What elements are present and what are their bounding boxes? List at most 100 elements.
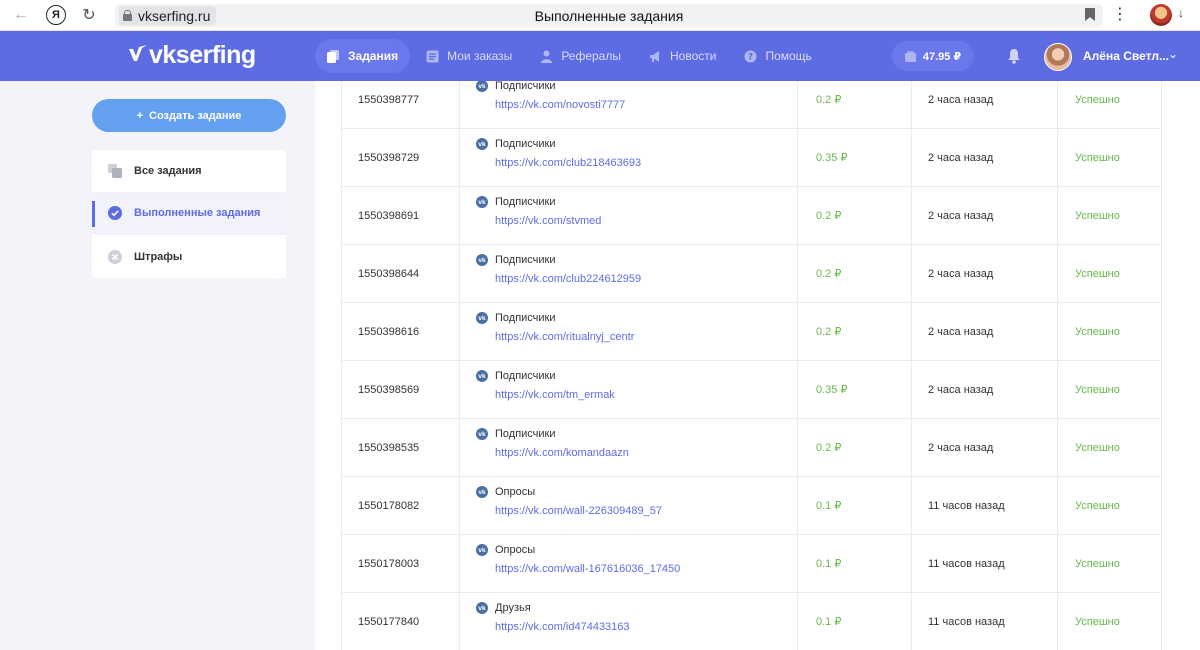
task-link[interactable]: https://vk.com/club224612959 [495, 273, 797, 285]
domain-chip[interactable]: vkserfing.ru [119, 6, 217, 25]
task-time: 2 часа назад [911, 360, 1058, 419]
bell-icon[interactable] [1007, 48, 1021, 64]
task-price: 0.2 ₽ [797, 81, 912, 129]
status-badge: Успешно [1057, 186, 1162, 245]
create-task-button[interactable]: + Создать задание [92, 99, 286, 132]
task-time: 2 часа назад [911, 418, 1058, 477]
table-row: 1550398535 vk Подписчики https://vk.com/kom… [341, 418, 1162, 477]
bookmark-icon[interactable] [1085, 8, 1095, 21]
browser-toolbar: ← Я ↻ vkserfing.ru Выполненные задания ⋮… [0, 0, 1200, 31]
task-id: 1550178003 [341, 534, 460, 593]
nav-item-tasks[interactable]: Задания [315, 39, 411, 73]
chevron-down-icon[interactable]: ⌄ [1168, 47, 1178, 61]
megaphone-icon [649, 50, 659, 62]
browser-menu-icon[interactable]: ⋮ [1112, 4, 1128, 26]
task-id: 1550178082 [341, 476, 460, 535]
sidebar-item-label: Все задания [134, 164, 202, 177]
back-arrow-icon[interactable]: ← [8, 2, 34, 28]
task-cell: vk Опросы https://vk.com/wall-167616036_17… [459, 534, 798, 593]
logo-mark-icon [129, 44, 147, 61]
vk-icon: vk [476, 138, 488, 150]
task-time: 11 часов назад [911, 534, 1058, 593]
task-type-label: Опросы [495, 486, 536, 498]
task-time: 2 часа назад [911, 128, 1058, 187]
user-name[interactable]: Алёна Светл... [1083, 49, 1169, 63]
address-bar[interactable]: vkserfing.ru Выполненные задания [115, 4, 1103, 27]
status-badge: Успешно [1057, 476, 1162, 535]
vk-icon: vk [476, 544, 488, 556]
task-type: vk Друзья [476, 602, 797, 614]
nav-item-news[interactable]: Новости [637, 39, 728, 73]
task-type-label: Друзья [495, 602, 531, 614]
site-logo[interactable]: vkserfing [128, 41, 256, 70]
nav-item-orders[interactable]: Мои заказы [414, 39, 524, 73]
task-link[interactable]: https://vk.com/ritualnyj_centr [495, 331, 797, 343]
task-price: 0.35 ₽ [797, 128, 912, 187]
vk-icon: vk [476, 428, 488, 440]
task-link[interactable]: https://vk.com/novosti7777 [495, 99, 797, 111]
vk-icon: vk [476, 81, 488, 92]
nav-label: Задания [348, 49, 399, 63]
task-link[interactable]: https://vk.com/club218463693 [495, 157, 797, 169]
help-icon: ? [744, 50, 757, 62]
lock-icon [123, 10, 132, 21]
vk-icon: vk [476, 254, 488, 266]
nav-label: Мои заказы [447, 49, 513, 63]
completed-tasks-table: 1550398777 vk Подписчики https://vk.com/nov… [315, 81, 1200, 650]
wallet-icon [904, 50, 916, 62]
task-price: 0.1 ₽ [797, 476, 912, 535]
sidebar-item-completed-tasks[interactable]: Выполненные задания [92, 192, 286, 236]
table-row: 1550398729 vk Подписчики https://vk.com/clu… [341, 128, 1162, 187]
task-price: 0.2 ₽ [797, 302, 912, 361]
vk-icon: vk [476, 370, 488, 382]
balance-badge[interactable]: 47.95 ₽ [892, 41, 974, 71]
task-cell: vk Подписчики https://vk.com/komandaazn [459, 418, 798, 477]
main-nav: Задания Мои заказы Рефералы Новости ? По… [315, 39, 828, 73]
sidebar-item-label: Штрафы [134, 250, 183, 263]
task-type-label: Подписчики [495, 196, 556, 208]
nav-item-referrals[interactable]: Рефералы [528, 39, 633, 73]
orders-icon [426, 50, 439, 62]
task-type-label: Подписчики [495, 254, 556, 266]
sidebar-menu: Все задания Выполненные задания Штрафы [92, 150, 286, 278]
extension-icon[interactable] [1150, 4, 1172, 26]
task-type: vk Подписчики [476, 312, 797, 324]
task-type-label: Подписчики [495, 370, 556, 382]
sidebar-item-all-tasks[interactable]: Все задания [92, 150, 286, 193]
status-badge: Успешно [1057, 302, 1162, 361]
task-link[interactable]: https://vk.com/wall-226309489_57 [495, 505, 797, 517]
svg-text:?: ? [748, 52, 753, 62]
page-title: Выполненные задания [534, 7, 684, 24]
task-time: 2 часа назад [911, 81, 1058, 129]
balance-value: 47.95 ₽ [922, 50, 962, 63]
table-row: 1550177840 vk Друзья https://vk.com/id47443… [341, 592, 1162, 650]
status-badge: Успешно [1057, 81, 1162, 129]
task-link[interactable]: https://vk.com/id474433163 [495, 621, 797, 633]
table-row: 1550398777 vk Подписчики https://vk.com/nov… [341, 81, 1162, 129]
yandex-logo-icon[interactable]: Я [46, 5, 66, 25]
nav-item-help[interactable]: ? Помощь [732, 39, 823, 73]
avatar[interactable] [1044, 43, 1072, 71]
task-cell: vk Друзья https://vk.com/id474433163 [459, 592, 798, 650]
task-type-label: Подписчики [495, 312, 556, 324]
logo-text: vkserfing [149, 41, 256, 69]
task-link[interactable]: https://vk.com/tm_ermak [495, 389, 797, 401]
task-price: 0.2 ₽ [797, 244, 912, 303]
table-row: 1550178003 vk Опросы https://vk.com/wall-16… [341, 534, 1162, 593]
task-type: vk Подписчики [476, 138, 797, 150]
check-circle-icon [108, 206, 122, 221]
reload-icon[interactable]: ↻ [76, 2, 102, 28]
sidebar-item-fines[interactable]: Штрафы [92, 235, 286, 278]
task-link[interactable]: https://vk.com/wall-167616036_17450 [495, 563, 797, 575]
status-badge: Успешно [1057, 128, 1162, 187]
task-link[interactable]: https://vk.com/stvmed [495, 215, 797, 227]
task-type: vk Подписчики [476, 428, 797, 440]
task-link[interactable]: https://vk.com/komandaazn [495, 447, 797, 459]
download-arrow-icon[interactable]: ↓ [1178, 6, 1184, 20]
vk-icon: vk [476, 196, 488, 208]
task-cell: vk Подписчики https://vk.com/tm_ermak [459, 360, 798, 419]
site-header: vkserfing Задания Мои заказы Рефералы Но… [0, 31, 1200, 81]
task-time: 11 часов назад [911, 592, 1058, 650]
task-type: vk Подписчики [476, 81, 797, 92]
task-cell: vk Подписчики https://vk.com/club218463693 [459, 128, 798, 187]
